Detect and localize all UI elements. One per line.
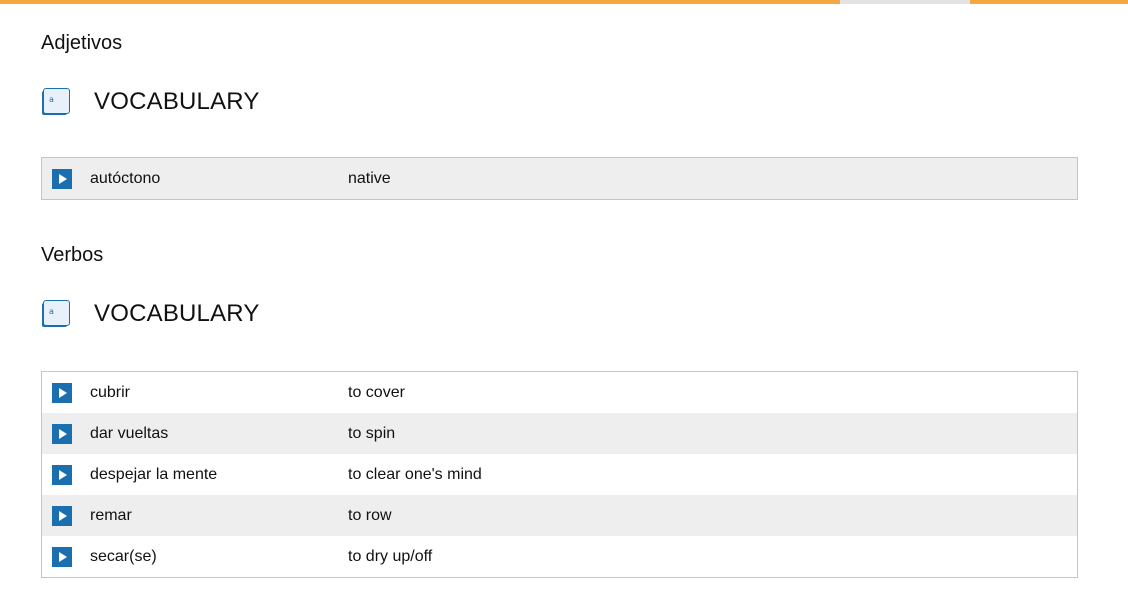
top-progress-bar — [0, 0, 1128, 4]
section-title: Verbos — [41, 244, 104, 266]
vocabulary-meaning: to dry up/off — [348, 547, 433, 565]
vocabulary-row: secar(se) to dry up/off — [42, 536, 1077, 577]
section-adjetivos: Adjetivos a VOCABULARY autóctono native — [41, 31, 1078, 200]
play-icon — [52, 168, 72, 189]
play-icon — [52, 464, 72, 485]
vocabulary-label: VOCABULARY — [94, 300, 260, 327]
vocabulary-row: despejar la mente to clear one's mind — [42, 454, 1077, 495]
vocabulary-row: cubrir to cover — [42, 372, 1077, 413]
play-icon — [52, 382, 72, 403]
vocabulary-term: despejar la mente — [90, 465, 218, 483]
play-audio-button[interactable] — [52, 423, 72, 444]
vocabulary-table: autóctono native — [41, 157, 1078, 200]
vocabulary-header: a VOCABULARY — [41, 82, 1078, 122]
vocabulary-meaning: to spin — [348, 424, 396, 442]
vocabulary-row: remar to row — [42, 495, 1077, 536]
vocabulary-term: secar(se) — [90, 547, 157, 565]
vocabulary-row: autóctono native — [42, 158, 1077, 199]
vocabulary-term: cubrir — [90, 383, 131, 401]
progress-segment-current — [840, 0, 970, 4]
vocabulary-label: VOCABULARY — [94, 88, 260, 115]
play-audio-button[interactable] — [52, 505, 72, 526]
progress-segment-complete — [0, 0, 840, 4]
vocabulary-meaning: to row — [348, 506, 392, 524]
vocabulary-term: dar vueltas — [90, 424, 169, 442]
vocabulary-term: autóctono — [90, 169, 161, 187]
vocabulary-meaning: to cover — [348, 383, 405, 401]
vocabulary-header: a VOCABULARY — [41, 294, 1078, 334]
section-title: Adjetivos — [41, 32, 123, 54]
play-audio-button[interactable] — [52, 382, 72, 403]
section-verbos: Verbos a VOCABULARY cubrir to cover dar … — [41, 243, 1078, 578]
vocabulary-meaning: to clear one's mind — [348, 465, 482, 483]
vocabulary-row: dar vueltas to spin — [42, 413, 1077, 454]
vocabulary-table: cubrir to cover dar vueltas to spin desp… — [41, 371, 1078, 578]
vocabulary-meaning: native — [348, 169, 391, 187]
vocabulary-term: remar — [90, 506, 132, 524]
play-audio-button[interactable] — [52, 546, 72, 567]
play-icon — [52, 423, 72, 444]
book-icon: a — [41, 87, 71, 117]
svg-text:a: a — [49, 307, 54, 316]
play-audio-button[interactable] — [52, 168, 72, 189]
play-icon — [52, 505, 72, 526]
progress-segment-remaining — [970, 0, 1128, 4]
play-icon — [52, 546, 72, 567]
play-audio-button[interactable] — [52, 464, 72, 485]
svg-text:a: a — [49, 95, 54, 104]
book-icon: a — [41, 299, 71, 329]
